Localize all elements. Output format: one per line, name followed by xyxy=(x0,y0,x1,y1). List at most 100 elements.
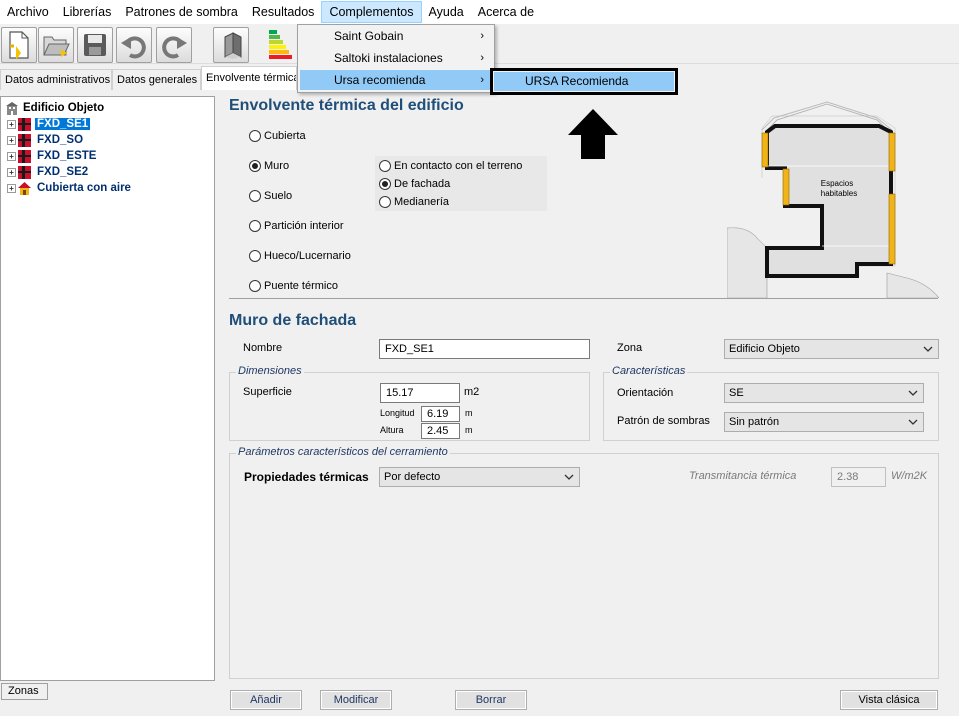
zona-label: Zona xyxy=(617,342,643,354)
altura-input[interactable]: 2.45 xyxy=(421,423,460,439)
wall-icon xyxy=(18,133,31,147)
radio-circle[interactable] xyxy=(249,130,261,142)
menu-item-saltoki[interactable]: Saltoki instalaciones › xyxy=(300,48,492,68)
energy-rating-button[interactable] xyxy=(263,27,295,63)
tree-item-label: FXD_ESTE xyxy=(37,150,97,162)
open-button[interactable] xyxy=(38,27,74,63)
radio-circle[interactable] xyxy=(379,160,391,172)
new-button[interactable] xyxy=(1,27,37,63)
radio-circle[interactable] xyxy=(249,280,261,292)
menu-ayuda[interactable]: Ayuda xyxy=(422,1,471,23)
wall-icon xyxy=(18,117,31,131)
undo-button[interactable] xyxy=(116,27,152,63)
superficie-unit: m2 xyxy=(464,386,480,398)
building-section-diagram: Espacios habitables xyxy=(727,101,939,298)
radio-circle[interactable] xyxy=(249,220,261,232)
transmitancia-unit: W/m2K xyxy=(891,470,928,482)
tab-datos-administrativos[interactable]: Datos administrativos xyxy=(0,69,112,90)
radio-label: Suelo xyxy=(264,190,293,202)
menu-item-ursa-recomienda-sub[interactable]: URSA Recomienda xyxy=(494,72,674,91)
menu-patrones-de-sombra[interactable]: Patrones de sombra xyxy=(118,1,245,23)
tree-item[interactable]: + FXD_SE2 xyxy=(7,164,90,180)
tree-root[interactable]: Edificio Objeto xyxy=(5,100,104,116)
wall-icon xyxy=(18,149,31,163)
menu-complementos[interactable]: Complementos xyxy=(321,1,422,23)
menu-item-ursa-recomienda[interactable]: Ursa recomienda › xyxy=(300,70,492,90)
tab-datos-generales[interactable]: Datos generales xyxy=(112,69,201,90)
menu-resultados[interactable]: Resultados xyxy=(245,1,322,23)
anadir-button[interactable]: Añadir xyxy=(230,690,302,710)
vista-clasica-button[interactable]: Vista clásica xyxy=(840,690,938,710)
radio-circle[interactable] xyxy=(379,196,391,208)
expand-icon[interactable]: + xyxy=(7,151,16,161)
radio-suelo[interactable]: Suelo xyxy=(249,188,292,204)
radio-circle[interactable] xyxy=(249,250,261,262)
tree-item-label: FXD_SE1 xyxy=(35,118,91,130)
menu-bar: Archivo Librerías Patrones de sombra Res… xyxy=(0,0,959,24)
tree-item[interactable]: + Cubierta con aire xyxy=(7,180,133,196)
chevron-right-icon: › xyxy=(480,74,484,86)
radio-circle[interactable] xyxy=(249,160,261,172)
save-button[interactable] xyxy=(77,27,113,63)
building-icon xyxy=(6,101,18,115)
radio-puente-termico[interactable]: Puente térmico xyxy=(249,278,338,294)
radio-muro[interactable]: Muro xyxy=(249,158,289,174)
radio-circle[interactable] xyxy=(379,178,391,190)
radio-label: Muro xyxy=(264,160,290,172)
nombre-label: Nombre xyxy=(243,342,283,354)
diagram-label-line1: Espacios xyxy=(821,179,853,188)
tree-item[interactable]: + FXD_SO xyxy=(7,132,85,148)
menu-item-label: Saint Gobain xyxy=(334,29,404,43)
menu-item-saint-gobain[interactable]: Saint Gobain › xyxy=(300,26,492,46)
menu-librerias[interactable]: Librerías xyxy=(56,1,119,23)
longitud-input[interactable]: 6.19 xyxy=(421,406,460,422)
patron-sombras-label: Patrón de sombras xyxy=(617,415,710,427)
undo-icon xyxy=(121,36,146,59)
patron-sombras-select[interactable]: Sin patrón xyxy=(724,412,924,432)
tree-root-label: Edificio Objeto xyxy=(23,102,105,114)
3d-view-button[interactable] xyxy=(213,27,249,63)
tab-zonas[interactable]: Zonas xyxy=(1,683,48,700)
radio-circle[interactable] xyxy=(249,190,261,202)
zona-select[interactable]: Edificio Objeto xyxy=(724,339,939,359)
radio-de-fachada[interactable]: De fachada xyxy=(379,176,450,192)
radio-label: Puente térmico xyxy=(264,280,338,292)
patron-sombras-select-value: Sin patrón xyxy=(729,416,780,428)
altura-unit: m xyxy=(465,425,473,435)
caracteristicas-title: Características xyxy=(610,365,688,377)
tab-envolvente-termica[interactable]: Envolvente térmica xyxy=(201,66,297,90)
orientacion-select[interactable]: SE xyxy=(724,383,924,403)
radio-particion-interior[interactable]: Partición interior xyxy=(249,218,343,234)
chevron-right-icon: › xyxy=(480,30,484,42)
expand-icon[interactable]: + xyxy=(7,183,16,193)
expand-icon[interactable]: + xyxy=(7,167,16,177)
chevron-down-icon xyxy=(564,474,574,480)
menu-item-label: Ursa recomienda xyxy=(334,73,426,87)
new-document-icon xyxy=(9,31,29,60)
muro-title: Muro de fachada xyxy=(229,312,357,329)
menu-archivo[interactable]: Archivo xyxy=(0,1,56,23)
radio-label: Hueco/Lucernario xyxy=(264,250,351,262)
expand-icon[interactable]: + xyxy=(7,135,16,145)
radio-medianeria[interactable]: Medianería xyxy=(379,194,449,210)
redo-button[interactable] xyxy=(156,27,192,63)
tree-item-label: Cubierta con aire xyxy=(37,182,131,194)
radio-hueco-lucernario[interactable]: Hueco/Lucernario xyxy=(249,248,351,264)
borrar-button[interactable]: Borrar xyxy=(455,690,527,710)
tree-item[interactable]: + FXD_ESTE xyxy=(7,148,98,164)
energy-rating-icon xyxy=(269,30,292,59)
modificar-button[interactable]: Modificar xyxy=(320,690,392,710)
nombre-input[interactable]: FXD_SE1 xyxy=(379,339,590,359)
expand-icon[interactable]: + xyxy=(7,119,16,129)
menu-acerca-de[interactable]: Acerca de xyxy=(471,1,541,23)
wall-icon xyxy=(18,165,31,179)
diagram-label-line2: habitables xyxy=(821,189,857,198)
propiedades-termicas-select[interactable]: Por defecto xyxy=(379,467,580,487)
superficie-input[interactable]: 15.17 xyxy=(380,383,460,403)
zona-select-value: Edificio Objeto xyxy=(729,343,800,355)
chevron-down-icon xyxy=(923,346,933,352)
save-icon xyxy=(84,34,106,56)
tree-item[interactable]: + FXD_SE1 xyxy=(7,116,91,132)
radio-contacto-terreno[interactable]: En contacto con el terreno xyxy=(379,158,522,174)
radio-cubierta[interactable]: Cubierta xyxy=(249,128,306,144)
